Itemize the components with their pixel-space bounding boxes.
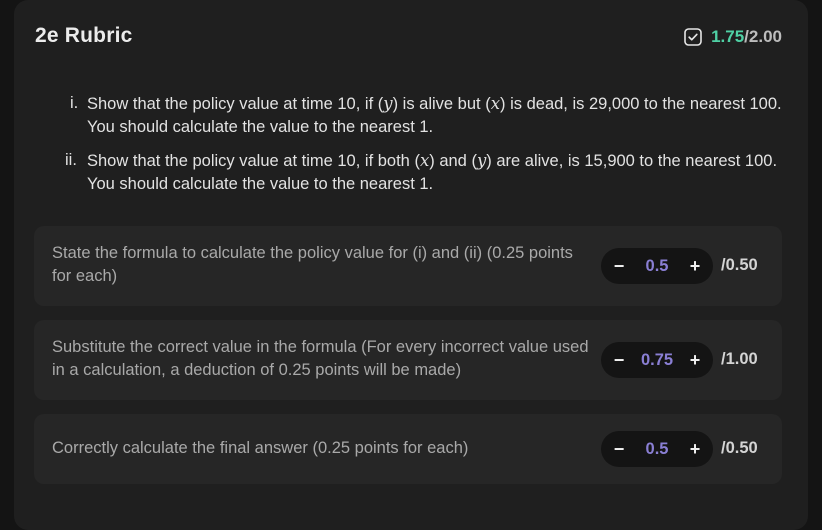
question-number: i. — [70, 94, 79, 112]
rubric-card: 2e Rubric 1.75/2.00 i. Show that the pol… — [14, 0, 808, 530]
criterion-max: /1.00 — [721, 350, 758, 368]
increment-button[interactable]: + — [681, 431, 709, 467]
criterion-row: State the formula to calculate the polic… — [34, 226, 782, 306]
question-text: Show that the policy value at time 10, i… — [87, 151, 778, 193]
math-variable: x — [419, 151, 430, 170]
stepper-value[interactable]: 0.75 — [629, 342, 685, 378]
increment-button[interactable]: + — [681, 248, 709, 284]
question-item: ii. Show that the policy value at time 1… — [65, 149, 790, 196]
stepper-value[interactable]: 0.5 — [629, 248, 685, 284]
criterion-max: /0.50 — [721, 439, 758, 457]
rubric-header: 2e Rubric 1.75/2.00 — [14, 0, 808, 74]
criterion-text: Substitute the correct value in the form… — [52, 338, 589, 379]
rubric-title: 2e Rubric — [35, 24, 133, 47]
criterion-row: Substitute the correct value in the form… — [34, 320, 782, 400]
criterion-max: /0.50 — [721, 256, 758, 274]
math-variable: y — [476, 151, 487, 170]
question-number: ii. — [65, 151, 77, 169]
score-maximum: 2.00 — [748, 27, 782, 46]
score-stepper: − 0.5 + — [601, 431, 713, 467]
criterion-text: State the formula to calculate the polic… — [52, 244, 573, 285]
checkbox-check-icon — [684, 28, 702, 46]
question-list: i. Show that the policy value at time 10… — [65, 92, 790, 206]
question-item: i. Show that the policy value at time 10… — [70, 92, 790, 139]
score-awarded: 1.75 — [711, 27, 745, 46]
criterion-row: Correctly calculate the final answer (0.… — [34, 414, 782, 484]
score-stepper: − 0.5 + — [601, 248, 713, 284]
math-variable: x — [490, 94, 501, 113]
question-text: Show that the policy value at time 10, i… — [87, 94, 782, 136]
criterion-text: Correctly calculate the final answer (0.… — [52, 439, 469, 457]
rubric-score: 1.75/2.00 — [684, 27, 782, 47]
math-variable: y — [383, 94, 393, 113]
increment-button[interactable]: + — [681, 342, 709, 378]
stepper-value[interactable]: 0.5 — [629, 431, 685, 467]
score-stepper: − 0.75 + — [601, 342, 713, 378]
